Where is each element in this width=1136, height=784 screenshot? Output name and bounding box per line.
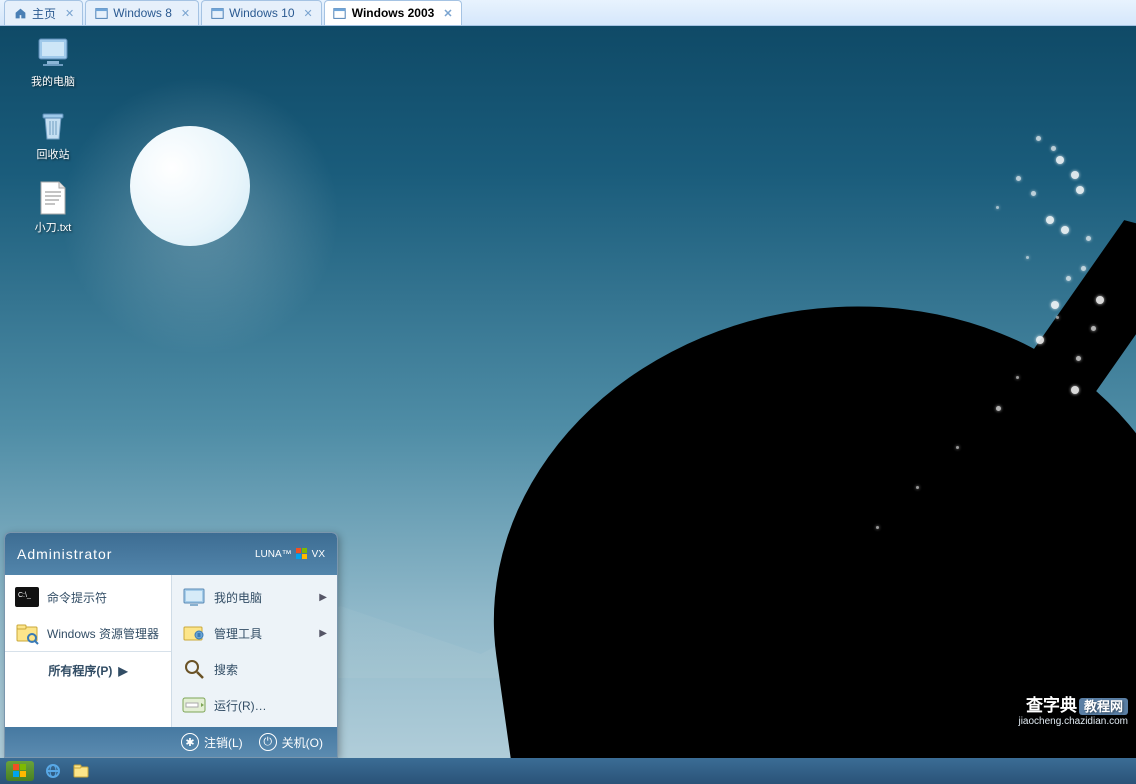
home-icon [13, 6, 27, 20]
menu-item-label: 所有程序(P) [48, 662, 112, 679]
menu-item-label: 运行(R)… [214, 697, 267, 714]
menu-item-explorer[interactable]: Windows 资源管理器 [5, 615, 171, 651]
menu-item-label: 我的电脑 [214, 589, 262, 606]
window-icon [333, 6, 347, 20]
tab-windows8[interactable]: Windows 8 ✕ [85, 0, 199, 25]
tab-windows10[interactable]: Windows 10 ✕ [201, 0, 322, 25]
tab-label: 主页 [32, 5, 56, 22]
hill-decoration [455, 262, 1136, 758]
text-file-icon [35, 180, 71, 216]
desktop-icon-text-file[interactable]: 小刀.txt [18, 180, 88, 235]
menu-item-cmd[interactable]: C:\_ 命令提示符 [5, 579, 171, 615]
close-icon[interactable]: ✕ [443, 7, 452, 20]
button-label: 关机(O) [282, 734, 323, 751]
desktop-icon-label: 小刀.txt [35, 219, 72, 235]
svg-text:C:\_: C:\_ [18, 592, 31, 599]
menu-item-run[interactable]: 运行(R)… [172, 687, 337, 723]
menu-item-search[interactable]: 搜索 [172, 651, 337, 687]
start-menu: Administrator LUNA™ VX C:\_ 命令提示符 [4, 532, 338, 758]
menu-item-all-programs[interactable]: 所有程序(P) ▶ [5, 651, 171, 689]
button-label: 注销(L) [204, 734, 243, 751]
desktop-area[interactable]: 我的电脑 回收站 小刀.txt Administrator LUNA™ VX [0, 26, 1136, 758]
menu-item-my-computer[interactable]: 我的电脑 ▶ [172, 579, 337, 615]
shutdown-button[interactable]: ⏻ 关机(O) [259, 733, 323, 751]
taskbar-ie-icon[interactable] [44, 762, 62, 780]
menu-item-label: 命令提示符 [47, 589, 107, 606]
arrow-right-icon: ▶ [319, 628, 327, 639]
tab-windows2003[interactable]: Windows 2003 ✕ [324, 0, 462, 25]
menu-item-label: Windows 资源管理器 [47, 625, 159, 642]
start-menu-footer: ✱ 注销(L) ⏻ 关机(O) [5, 727, 337, 757]
start-menu-left-pane: C:\_ 命令提示符 Windows 资源管理器 所有程序(P) ▶ [5, 575, 171, 727]
watermark-brand: 查字典教程网 [1018, 696, 1128, 716]
window-icon [210, 6, 224, 20]
browser-tab-bar: 主页 ✕ Windows 8 ✕ Windows 10 ✕ Windows 20… [0, 0, 1136, 26]
desktop-icon-recycle-bin[interactable]: 回收站 [18, 107, 88, 162]
menu-item-label: 搜索 [214, 661, 238, 678]
computer-icon [182, 585, 206, 609]
start-menu-header: Administrator LUNA™ VX [5, 533, 337, 575]
desktop-icons-column: 我的电脑 回收站 小刀.txt [18, 34, 88, 235]
close-icon[interactable]: ✕ [181, 7, 190, 20]
tab-label: Windows 10 [229, 6, 294, 20]
moon-decoration [130, 126, 250, 246]
start-button[interactable] [6, 761, 34, 781]
tab-home[interactable]: 主页 ✕ [4, 0, 83, 25]
computer-icon [35, 34, 71, 70]
window-icon [94, 6, 108, 20]
taskbar [0, 758, 1136, 784]
desktop-icon-label: 我的电脑 [31, 73, 75, 89]
run-icon [182, 693, 206, 717]
watermark: 查字典教程网 jiaocheng.chazidian.com [1018, 696, 1128, 728]
desktop-icon-my-computer[interactable]: 我的电脑 [18, 34, 88, 89]
recycle-bin-icon [35, 107, 71, 143]
logoff-icon: ✱ [181, 733, 199, 751]
watermark-url: jiaocheng.chazidian.com [1018, 716, 1128, 728]
explorer-icon [15, 621, 39, 645]
admin-tools-icon [182, 621, 206, 645]
menu-item-admin-tools[interactable]: 管理工具 ▶ [172, 615, 337, 651]
power-icon: ⏻ [259, 733, 277, 751]
menu-item-label: 管理工具 [214, 625, 262, 642]
start-menu-username: Administrator [17, 546, 112, 562]
close-icon[interactable]: ✕ [65, 7, 74, 20]
windows-logo-icon [296, 548, 308, 560]
desktop-icon-label: 回收站 [37, 146, 70, 162]
start-menu-right-pane: 我的电脑 ▶ 管理工具 ▶ 搜索 [171, 575, 337, 727]
tab-label: Windows 8 [113, 6, 172, 20]
logoff-button[interactable]: ✱ 注销(L) [181, 733, 243, 751]
windows-logo-icon [13, 764, 27, 778]
taskbar-explorer-icon[interactable] [72, 762, 90, 780]
tab-label: Windows 2003 [352, 6, 435, 20]
start-menu-body: C:\_ 命令提示符 Windows 资源管理器 所有程序(P) ▶ [5, 575, 337, 727]
start-menu-brand: LUNA™ VX [255, 548, 325, 560]
arrow-right-icon: ▶ [118, 664, 127, 678]
cmd-icon: C:\_ [15, 585, 39, 609]
search-icon [182, 657, 206, 681]
close-icon[interactable]: ✕ [304, 7, 313, 20]
arrow-right-icon: ▶ [319, 592, 327, 603]
